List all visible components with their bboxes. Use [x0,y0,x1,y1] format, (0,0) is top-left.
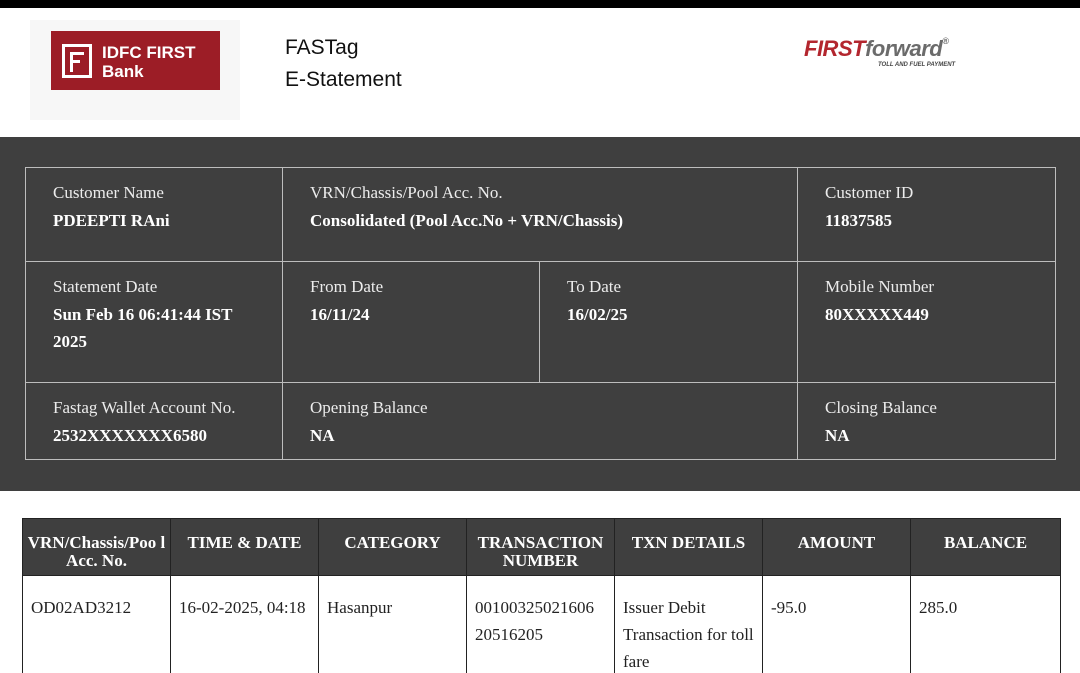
table-row: OD02AD3212 16-02-2025, 04:18 Hasanpur 00… [22,575,1061,673]
document-title: FASTag E-Statement [285,32,402,96]
column-header-category: CATEGORY [318,518,467,576]
closing-balance-label: Closing Balance [825,398,937,417]
top-border [0,0,1080,8]
cell-txn-details: Issuer Debit Transaction for toll fare [614,575,763,673]
from-date-label: From Date [310,277,384,296]
customer-id-label: Customer ID [825,183,914,202]
cell-time-date: 16-02-2025, 04:18 [170,575,319,673]
mobile-number-cell: Mobile Number 80XXXXX449 [797,261,1056,383]
customer-name-cell: Customer Name PDEEPTI RAni [25,167,283,262]
column-header-balance: BALANCE [910,518,1061,576]
cell-category: Hasanpur [318,575,467,673]
vrn-value: Consolidated (Pool Acc.No + VRN/Chassis) [310,211,624,230]
customer-info-grid: Customer Name PDEEPTI RAni VRN/Chassis/P… [25,167,1056,461]
cell-vrn: OD02AD3212 [22,575,171,673]
vrn-label: VRN/Chassis/Pool Acc. No. [310,183,503,202]
column-header-vrn: VRN/Chassis/Poo l Acc. No. [22,518,171,576]
statement-header: IDFC FIRST Bank FASTag E-Statement FIRST… [0,8,1080,137]
from-date-cell: From Date 16/11/24 [282,261,540,383]
to-date-cell: To Date 16/02/25 [539,261,798,383]
cell-amount: -95.0 [762,575,911,673]
bank-logo-area: IDFC FIRST Bank [30,20,240,120]
wallet-account-value: 2532XXXXXXX6580 [53,426,207,445]
column-header-transaction-number: TRANSACTION NUMBER [466,518,615,576]
column-header-txn-details: TXN DETAILS [614,518,763,576]
first-forward-logo: FIRSTforward® TOLL AND FUEL PAYMENT [804,36,994,76]
to-date-label: To Date [567,277,622,296]
document-title-line1: FASTag [285,36,359,59]
ff-logo-tagline: TOLL AND FUEL PAYMENT [878,62,956,68]
mobile-number-label: Mobile Number [825,277,935,296]
column-header-time-date: TIME & DATE [170,518,319,576]
from-date-value: 16/11/24 [310,305,370,324]
closing-balance-value: NA [825,426,850,445]
bank-logo-text: IDFC FIRST Bank [102,43,196,81]
bank-logo-line2: Bank [102,62,144,81]
cell-transaction-number: 00100325021606 20516205 [466,575,615,673]
statement-date-label: Statement Date [53,277,158,296]
idfc-first-bank-logo: IDFC FIRST Bank [51,31,220,90]
customer-info-panel: Customer Name PDEEPTI RAni VRN/Chassis/P… [0,137,1080,491]
column-header-amount: AMOUNT [762,518,911,576]
opening-balance-cell: Opening Balance NA [282,382,798,460]
customer-id-cell: Customer ID 11837585 [797,167,1056,262]
wallet-account-cell: Fastag Wallet Account No. 2532XXXXXXX658… [25,382,283,460]
wallet-account-label: Fastag Wallet Account No. [53,398,236,417]
to-date-value: 16/02/25 [567,305,628,324]
vrn-cell: VRN/Chassis/Pool Acc. No. Consolidated (… [282,167,798,262]
bank-logo-line1: IDFC FIRST [102,43,196,62]
transactions-table: VRN/Chassis/Poo l Acc. No. TIME & DATE C… [22,518,1061,673]
customer-name-label: Customer Name [53,183,164,202]
table-header-row: VRN/Chassis/Poo l Acc. No. TIME & DATE C… [22,518,1061,576]
cell-balance: 285.0 [910,575,1061,673]
statement-date-value: Sun Feb 16 06:41:44 IST 2025 [53,305,233,351]
ff-logo-forward: forward [865,36,943,61]
customer-name-value: PDEEPTI RAni [53,211,170,230]
bank-emblem-icon [62,44,92,78]
mobile-number-value: 80XXXXX449 [825,305,929,324]
closing-balance-cell: Closing Balance NA [797,382,1056,460]
document-title-line2: E-Statement [285,68,402,91]
ff-logo-first: FIRST [804,36,866,61]
registered-mark: ® [942,36,949,46]
statement-date-cell: Statement Date Sun Feb 16 06:41:44 IST 2… [25,261,283,383]
opening-balance-value: NA [310,426,335,445]
customer-id-value: 11837585 [825,211,893,230]
opening-balance-label: Opening Balance [310,398,428,417]
